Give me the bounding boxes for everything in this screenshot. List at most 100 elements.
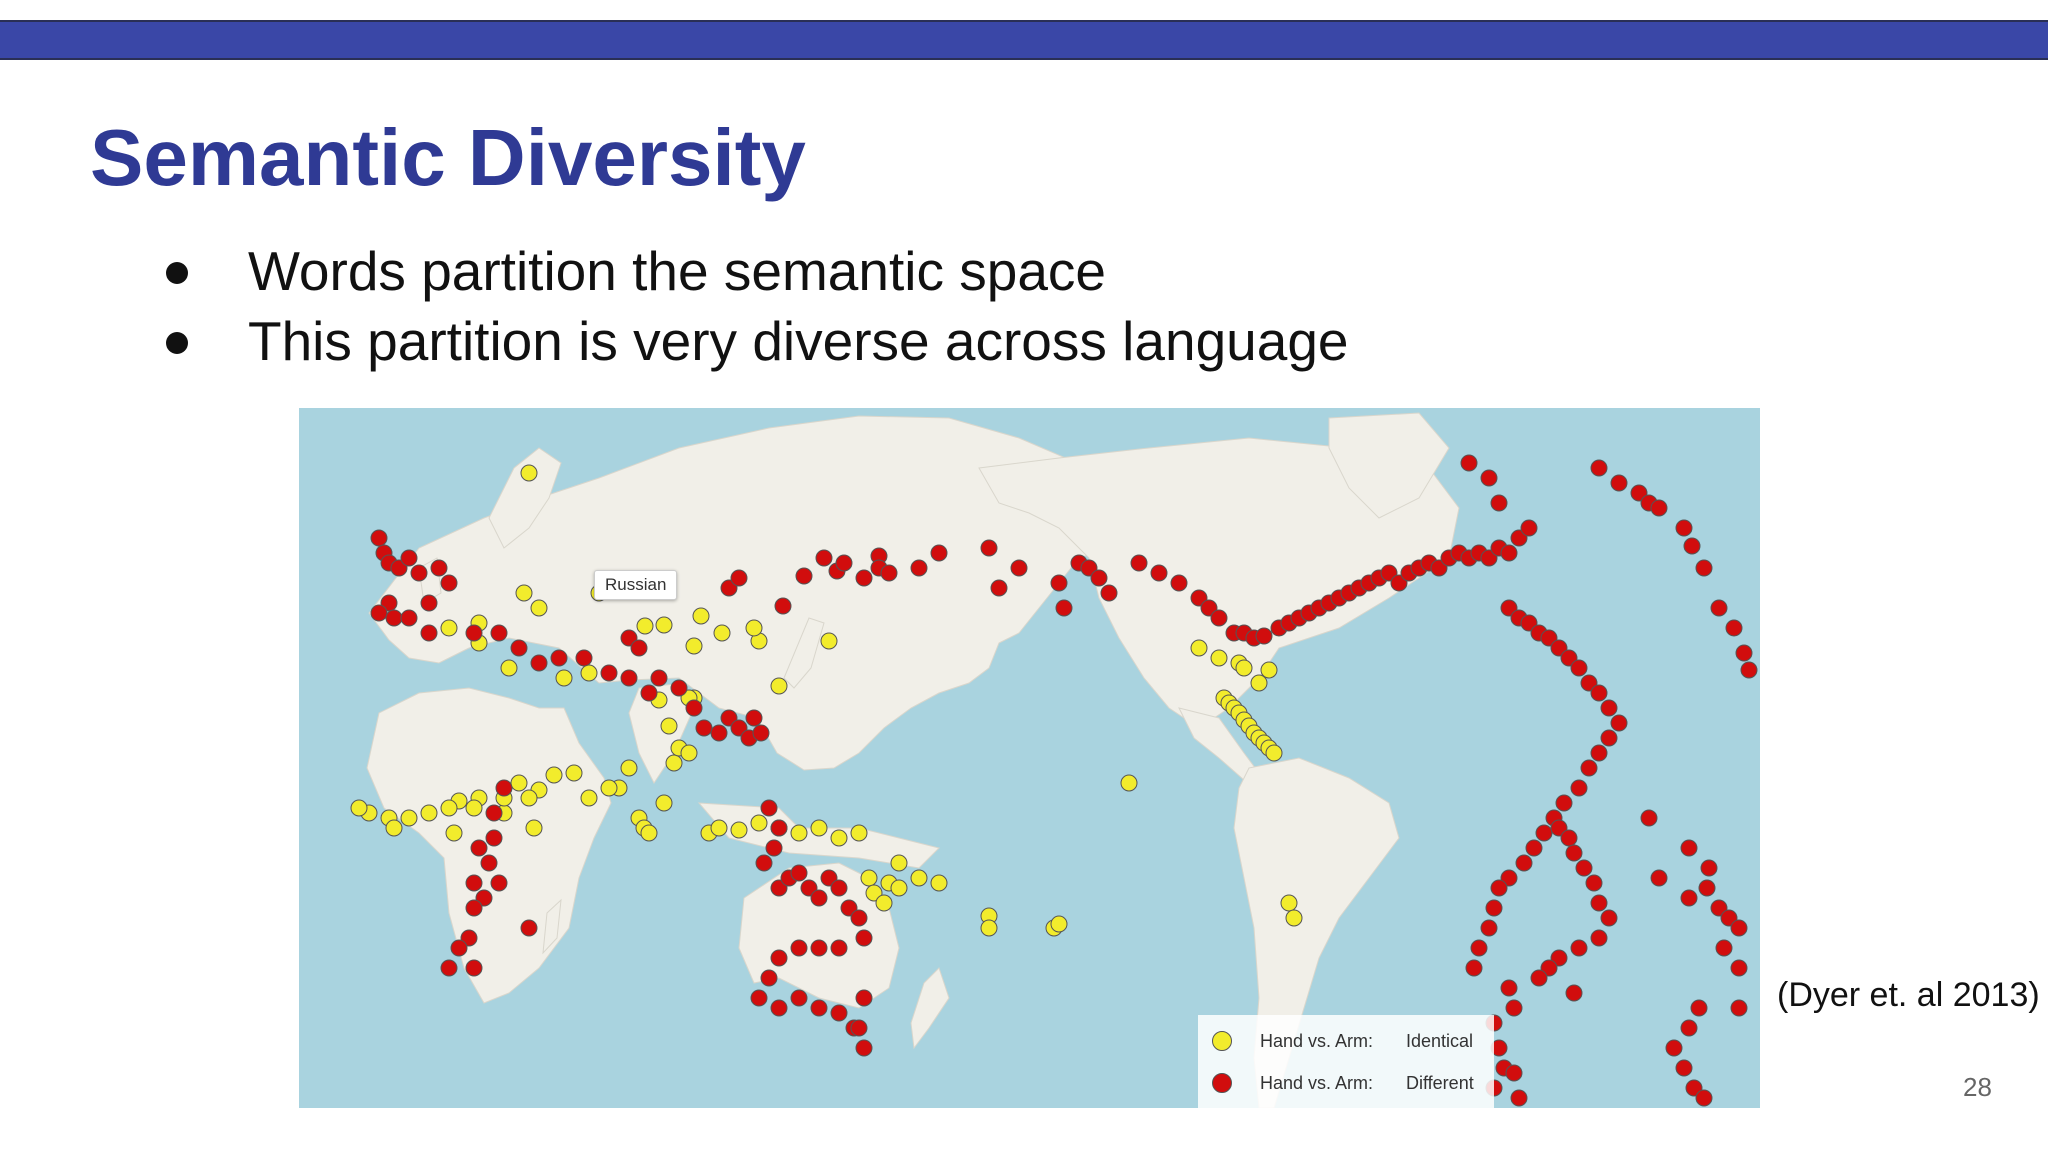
language-marker[interactable] <box>1150 564 1168 582</box>
language-marker[interactable] <box>520 789 538 807</box>
language-marker[interactable] <box>410 564 428 582</box>
language-marker[interactable] <box>1680 889 1698 907</box>
language-marker[interactable] <box>1235 659 1253 677</box>
language-marker[interactable] <box>1210 649 1228 667</box>
language-marker[interactable] <box>685 699 703 717</box>
language-marker[interactable] <box>370 604 388 622</box>
language-marker[interactable] <box>400 549 418 567</box>
language-marker[interactable] <box>490 624 508 642</box>
language-marker[interactable] <box>1535 824 1553 842</box>
language-marker[interactable] <box>1570 779 1588 797</box>
language-marker[interactable] <box>930 874 948 892</box>
language-marker[interactable] <box>755 854 773 872</box>
language-marker[interactable] <box>1695 559 1713 577</box>
language-marker[interactable] <box>620 759 638 777</box>
language-marker[interactable] <box>495 779 513 797</box>
language-marker[interactable] <box>1170 574 1188 592</box>
language-marker[interactable] <box>465 874 483 892</box>
language-marker[interactable] <box>440 619 458 637</box>
language-marker[interactable] <box>470 839 488 857</box>
language-marker[interactable] <box>640 824 658 842</box>
language-marker[interactable] <box>1280 894 1298 912</box>
language-marker[interactable] <box>1500 979 1518 997</box>
language-marker[interactable] <box>1100 584 1118 602</box>
language-marker[interactable] <box>420 804 438 822</box>
language-marker[interactable] <box>1698 879 1716 897</box>
language-marker[interactable] <box>745 709 763 727</box>
language-marker[interactable] <box>1610 474 1628 492</box>
language-marker[interactable] <box>520 464 538 482</box>
language-marker[interactable] <box>1590 929 1608 947</box>
language-marker[interactable] <box>1690 999 1708 1017</box>
language-marker[interactable] <box>1680 1019 1698 1037</box>
language-marker[interactable] <box>680 744 698 762</box>
language-marker[interactable] <box>1590 744 1608 762</box>
language-marker[interactable] <box>1460 454 1478 472</box>
language-marker[interactable] <box>980 539 998 557</box>
language-marker[interactable] <box>1730 999 1748 1017</box>
language-marker[interactable] <box>1490 494 1508 512</box>
language-marker[interactable] <box>774 597 792 615</box>
language-marker[interactable] <box>650 669 668 687</box>
language-marker[interactable] <box>1650 869 1668 887</box>
language-marker[interactable] <box>630 639 648 657</box>
language-marker[interactable] <box>1695 1089 1713 1107</box>
language-marker[interactable] <box>1555 794 1573 812</box>
language-marker[interactable] <box>1565 844 1583 862</box>
language-marker[interactable] <box>692 607 710 625</box>
language-marker[interactable] <box>752 724 770 742</box>
language-marker[interactable] <box>660 717 678 735</box>
language-marker[interactable] <box>770 999 788 1017</box>
language-marker[interactable] <box>745 619 763 637</box>
language-marker[interactable] <box>710 724 728 742</box>
language-marker[interactable] <box>695 719 713 737</box>
language-marker[interactable] <box>1285 909 1303 927</box>
language-marker[interactable] <box>810 939 828 957</box>
language-marker[interactable] <box>880 564 898 582</box>
language-marker[interactable] <box>655 616 673 634</box>
language-marker[interactable] <box>1530 969 1548 987</box>
language-marker[interactable] <box>1260 661 1278 679</box>
language-marker[interactable] <box>450 939 468 957</box>
language-marker[interactable] <box>910 869 928 887</box>
language-marker[interactable] <box>500 659 518 677</box>
language-marker[interactable] <box>860 869 878 887</box>
language-marker[interactable] <box>1735 644 1753 662</box>
language-marker[interactable] <box>1515 854 1533 872</box>
language-marker[interactable] <box>1570 659 1588 677</box>
language-marker[interactable] <box>980 919 998 937</box>
language-marker[interactable] <box>640 684 658 702</box>
language-marker[interactable] <box>770 819 788 837</box>
language-marker[interactable] <box>1590 459 1608 477</box>
language-marker[interactable] <box>855 989 873 1007</box>
language-marker[interactable] <box>1255 627 1273 645</box>
language-marker[interactable] <box>875 894 893 912</box>
language-marker[interactable] <box>810 889 828 907</box>
language-marker[interactable] <box>370 529 388 547</box>
language-marker[interactable] <box>600 779 618 797</box>
language-marker[interactable] <box>1505 1064 1523 1082</box>
language-marker[interactable] <box>445 824 463 842</box>
language-marker[interactable] <box>490 874 508 892</box>
language-marker[interactable] <box>1665 1039 1683 1057</box>
language-marker[interactable] <box>1120 774 1138 792</box>
language-marker[interactable] <box>510 774 528 792</box>
language-marker[interactable] <box>1055 599 1073 617</box>
language-marker[interactable] <box>835 554 853 572</box>
language-marker[interactable] <box>1500 544 1518 562</box>
language-marker[interactable] <box>790 824 808 842</box>
language-marker[interactable] <box>730 821 748 839</box>
language-marker[interactable] <box>1675 519 1693 537</box>
language-marker[interactable] <box>670 679 688 697</box>
language-marker[interactable] <box>1480 469 1498 487</box>
language-marker[interactable] <box>1610 714 1628 732</box>
language-marker[interactable] <box>1525 839 1543 857</box>
language-marker[interactable] <box>480 854 498 872</box>
language-marker[interactable] <box>820 632 838 650</box>
language-marker[interactable] <box>1600 909 1618 927</box>
language-marker[interactable] <box>440 799 458 817</box>
language-marker[interactable] <box>1683 537 1701 555</box>
language-marker[interactable] <box>636 617 654 635</box>
language-marker[interactable] <box>1130 554 1148 572</box>
language-marker[interactable] <box>1600 699 1618 717</box>
